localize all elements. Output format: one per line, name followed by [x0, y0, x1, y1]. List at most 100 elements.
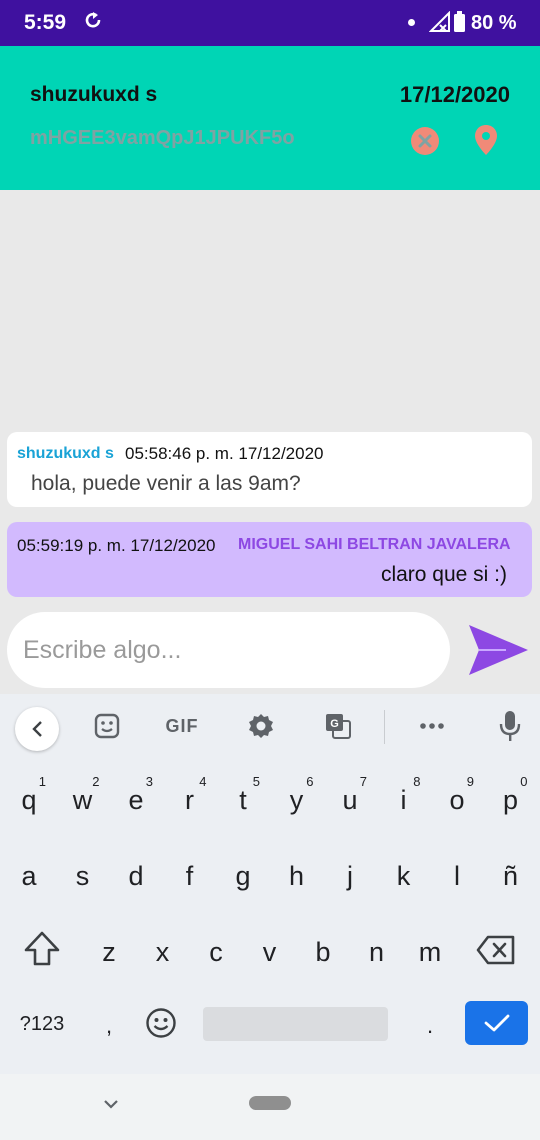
key-m[interactable]: m: [405, 922, 455, 978]
key-label: z: [102, 936, 116, 967]
signal-icon: [429, 11, 450, 32]
settings-button[interactable]: [244, 708, 278, 744]
key-e[interactable]: 3e: [111, 770, 161, 826]
soft-keyboard: GIF G 1 q 2 w 3 e 4 r 5 t 6 y 7 u 8 i 9 …: [0, 694, 540, 1074]
translate-button[interactable]: G: [321, 708, 355, 744]
key-v[interactable]: v: [245, 922, 295, 978]
key-c[interactable]: c: [191, 922, 241, 978]
key-label: g: [235, 860, 251, 891]
message-text: claro que si :): [380, 563, 507, 586]
key-d[interactable]: d: [111, 846, 161, 902]
cancel-icon[interactable]: [410, 126, 440, 156]
toolbar-divider: [384, 710, 385, 744]
key-label: t: [239, 784, 247, 815]
status-time: 5:59: [24, 11, 67, 34]
key-label: m: [418, 936, 442, 967]
message-sender: MIGUEL SAHI BELTRAN JAVALERA: [238, 536, 511, 553]
key-s[interactable]: s: [58, 846, 108, 902]
key-n[interactable]: n: [352, 922, 402, 978]
notification-dot-icon: [408, 19, 415, 26]
key-label: d: [128, 860, 144, 891]
conversation-id: mHGEE3vamQpJ1JPUKF5o: [30, 127, 295, 149]
chevron-down-icon[interactable]: [101, 1094, 121, 1114]
key-z[interactable]: z: [84, 922, 134, 978]
symbols-key[interactable]: ?123: [12, 1006, 72, 1042]
keyboard-back-button[interactable]: [15, 707, 59, 751]
message-timestamp: 05:58:46 p. m. 17/12/2020: [125, 444, 324, 463]
key-p[interactable]: 0p: [486, 770, 536, 826]
key-i[interactable]: 8i: [379, 770, 429, 826]
space-key[interactable]: [203, 1007, 388, 1041]
key-label: e: [128, 784, 144, 815]
key-label: p: [502, 784, 519, 815]
navigation-bar: [0, 1074, 540, 1140]
key-label: y: [289, 784, 304, 815]
home-handle[interactable]: [249, 1096, 291, 1110]
key-g[interactable]: g: [218, 846, 268, 902]
key-b[interactable]: b: [298, 922, 348, 978]
mic-icon: [499, 711, 521, 741]
message-bubble-incoming: shuzukuxd s 05:58:46 p. m. 17/12/2020 ho…: [7, 432, 532, 507]
key-a[interactable]: a: [4, 846, 54, 902]
key-ñ[interactable]: ñ: [486, 846, 536, 902]
key-h[interactable]: h: [272, 846, 322, 902]
sticker-button[interactable]: [90, 708, 124, 744]
status-bar: 5:59 80 %: [0, 0, 540, 46]
message-input[interactable]: [7, 612, 450, 688]
key-label: j: [347, 860, 353, 891]
chevron-left-icon: [32, 721, 42, 737]
key-hint: 1: [38, 774, 46, 789]
enter-key[interactable]: [465, 1001, 528, 1045]
key-t[interactable]: 5t: [218, 770, 268, 826]
key-label: r: [185, 784, 194, 815]
backspace-icon[interactable]: [476, 935, 516, 965]
key-l[interactable]: l: [432, 846, 482, 902]
battery-percentage: 80 %: [471, 12, 517, 34]
shift-icon[interactable]: [22, 929, 62, 969]
location-icon[interactable]: [474, 124, 498, 156]
key-hint: 8: [413, 774, 421, 789]
key-x[interactable]: x: [138, 922, 188, 978]
key-y[interactable]: 6y: [272, 770, 322, 826]
more-button[interactable]: [415, 708, 449, 744]
voice-input-button[interactable]: [495, 708, 525, 744]
key-w[interactable]: 2w: [58, 770, 108, 826]
message-text: hola, puede venir a las 9am?: [31, 472, 301, 495]
send-icon[interactable]: [466, 622, 530, 678]
battery-icon: [454, 11, 465, 32]
key-o[interactable]: 9o: [432, 770, 482, 826]
key-hint: 2: [92, 774, 100, 789]
header-date: 17/12/2020: [399, 82, 510, 107]
key-k[interactable]: k: [379, 846, 429, 902]
key-j[interactable]: j: [325, 846, 375, 902]
key-u[interactable]: 7u: [325, 770, 375, 826]
chat-header: shuzukuxd s 17/12/2020 mHGEE3vamQpJ1JPUK…: [0, 46, 540, 190]
key-label: a: [21, 860, 37, 891]
key-label: k: [396, 860, 411, 891]
key-label: i: [400, 784, 407, 815]
message-sender: shuzukuxd s: [17, 445, 114, 462]
gif-button[interactable]: GIF: [160, 708, 204, 744]
message-timestamp: 05:59:19 p. m. 17/12/2020: [17, 536, 216, 555]
key-label: u: [342, 784, 358, 815]
key-hint: 3: [145, 774, 153, 789]
more-icon: [420, 723, 444, 729]
key-label: b: [315, 936, 331, 967]
key-r[interactable]: 4r: [165, 770, 215, 826]
key-label: n: [368, 936, 385, 967]
keyboard-toolbar: GIF G: [0, 694, 540, 762]
key-hint: 7: [359, 774, 367, 789]
key-hint: 0: [520, 774, 528, 789]
key-q[interactable]: 1q: [4, 770, 54, 826]
key-label: w: [72, 784, 93, 815]
key-label: c: [209, 936, 223, 967]
message-bubble-outgoing: 05:59:19 p. m. 17/12/2020 MIGUEL SAHI BE…: [7, 522, 532, 597]
comma-key[interactable]: ,: [96, 1006, 122, 1046]
key-f[interactable]: f: [165, 846, 215, 902]
key-hint: 5: [252, 774, 260, 789]
emoji-icon[interactable]: [145, 1007, 177, 1039]
period-key[interactable]: .: [418, 1006, 442, 1046]
key-label: ñ: [502, 860, 519, 891]
key-label: q: [21, 784, 37, 815]
key-label: v: [262, 936, 277, 967]
